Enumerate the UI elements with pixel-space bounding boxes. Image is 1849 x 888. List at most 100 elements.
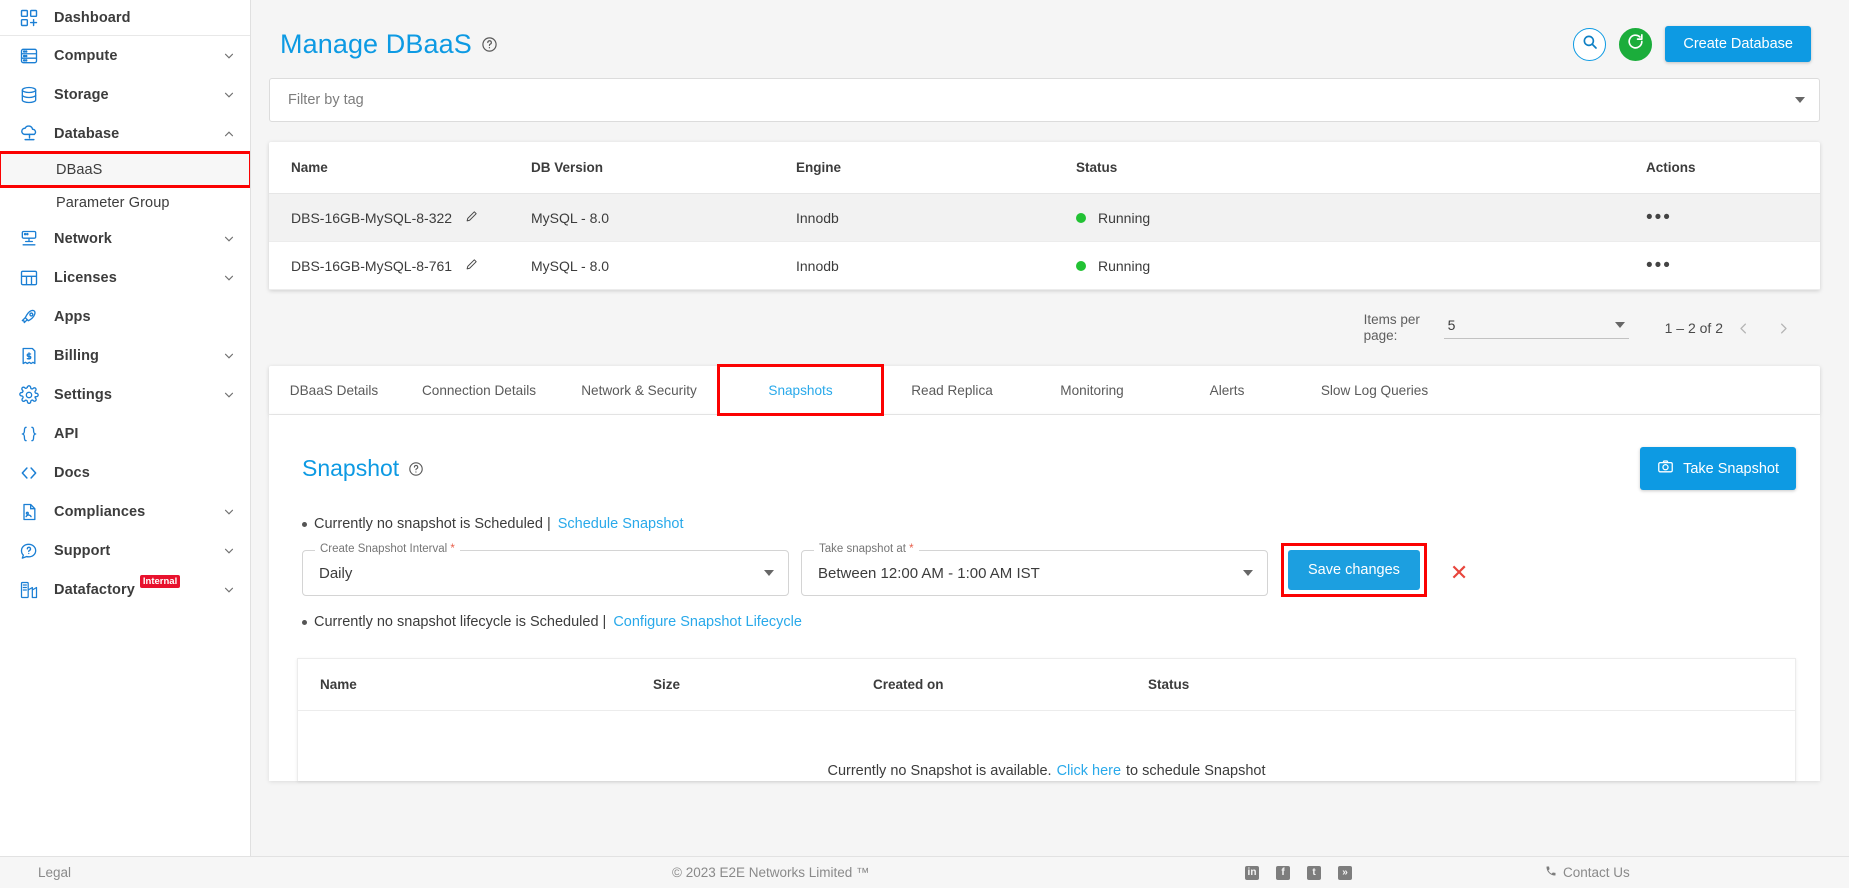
items-per-page-select[interactable]: 5 (1443, 317, 1629, 339)
server-icon (18, 45, 40, 67)
edit-pencil-icon[interactable] (464, 257, 479, 275)
sidebar-item-label: Parameter Group (56, 194, 170, 211)
tab-slow-log-queries[interactable]: Slow Log Queries (1292, 366, 1457, 414)
required-asterisk: * (447, 543, 455, 555)
sidebar-item-licenses[interactable]: Licenses (0, 258, 250, 297)
chevron-down-icon[interactable] (222, 583, 236, 597)
grid-icon (18, 267, 40, 289)
tab-network-security[interactable]: Network & Security (559, 366, 719, 414)
sidebar-item-dashboard[interactable]: Dashboard (0, 0, 250, 36)
help-circle-icon[interactable] (481, 36, 498, 53)
main-region: Manage DBaaS Create Database Filter by t… (251, 0, 1849, 888)
tab-monitoring[interactable]: Monitoring (1022, 366, 1162, 414)
camera-icon (1657, 458, 1674, 479)
cell-db-version: MySQL - 8.0 (531, 209, 610, 226)
chevron-down-icon (764, 570, 774, 576)
take-snapshot-at-select[interactable]: Take snapshot at * Between 12:00 AM - 1:… (801, 543, 1268, 596)
empty-text-prefix: Currently no Snapshot is available. (827, 763, 1052, 779)
sidebar-item-dbaas[interactable]: DBaaS (0, 151, 250, 188)
row-actions-menu-icon[interactable]: ••• (1646, 207, 1672, 228)
twitter-icon[interactable]: t (1307, 865, 1321, 880)
chevron-down-icon[interactable] (222, 388, 236, 402)
cell-status: Running (1066, 210, 1640, 226)
sidebar-item-database[interactable]: Database (0, 114, 250, 153)
save-changes-highlight: Save changes (1281, 543, 1427, 597)
datafactory-icon (18, 579, 40, 601)
save-changes-button[interactable]: Save changes (1288, 550, 1420, 590)
tab-connection-details[interactable]: Connection Details (399, 366, 559, 414)
take-snapshot-label: Take Snapshot (1683, 460, 1779, 477)
sidebar-item-parameter-group[interactable]: Parameter Group (0, 186, 250, 219)
close-icon[interactable]: ✕ (1450, 550, 1468, 596)
search-button[interactable] (1573, 27, 1607, 61)
take-snapshot-button[interactable]: Take Snapshot (1640, 447, 1796, 490)
edit-pencil-icon[interactable] (464, 209, 479, 227)
linkedin-icon[interactable]: in (1245, 865, 1259, 880)
sidebar-item-storage[interactable]: Storage (0, 75, 250, 114)
table-row[interactable]: DBS-16GB-MySQL-8-761 MySQL - 8.0 Innodb … (269, 242, 1820, 290)
rss-icon[interactable]: » (1338, 865, 1352, 880)
column-header-engine: Engine (796, 160, 842, 175)
tab-dbaas-details[interactable]: DBaaS Details (269, 366, 399, 414)
schedule-snapshot-link[interactable]: Schedule Snapshot (558, 516, 684, 532)
sidebar-item-datafactory[interactable]: Datafactory Internal (0, 570, 250, 609)
code-brackets-icon (18, 462, 40, 484)
chevron-up-icon[interactable] (222, 127, 236, 141)
paginator: Items per page: 5 1 – 2 of 2 (262, 290, 1827, 356)
chevron-down-icon[interactable] (222, 232, 236, 246)
status-badge: Running (1098, 257, 1151, 274)
chevron-down-icon[interactable] (222, 544, 236, 558)
sidebar-item-network[interactable]: Network (0, 219, 250, 258)
click-here-link[interactable]: Click here (1057, 763, 1121, 779)
chevron-down-icon[interactable] (222, 349, 236, 363)
cell-actions: ••• (1640, 208, 1820, 227)
column-header-name: Name (320, 677, 357, 692)
filter-input[interactable] (288, 92, 1795, 108)
create-snapshot-interval-select[interactable]: Create Snapshot Interval * Daily (302, 543, 789, 596)
sidebar-item-label: Docs (54, 464, 90, 481)
chevron-down-icon[interactable] (222, 505, 236, 519)
sidebar-item-apps[interactable]: Apps (0, 297, 250, 336)
create-database-button[interactable]: Create Database (1665, 26, 1811, 62)
sidebar-item-label: Settings (54, 386, 112, 403)
sidebar-item-billing[interactable]: Billing (0, 336, 250, 375)
snapshot-title: Snapshot (302, 455, 400, 481)
sidebar-item-support[interactable]: Support (0, 531, 250, 570)
sidebar: Dashboard Compute Storage Database DBaaS… (0, 0, 251, 888)
facebook-icon[interactable]: f (1276, 865, 1290, 880)
column-header-status: Status (1076, 160, 1118, 175)
snapshot-empty-state: Currently no Snapshot is available. Clic… (298, 711, 1795, 781)
row-actions-menu-icon[interactable]: ••• (1646, 255, 1672, 276)
interval-field-label: Create Snapshot Interval * (315, 543, 460, 555)
help-circle-icon[interactable] (408, 461, 424, 477)
cell-name: DBS-16GB-MySQL-8-322 (269, 209, 521, 227)
status-badge: Running (1098, 209, 1151, 226)
filter-by-tag[interactable] (269, 78, 1820, 122)
next-page-button[interactable] (1763, 308, 1803, 348)
table-row[interactable]: DBS-16GB-MySQL-8-322 MySQL - 8.0 Innodb … (269, 194, 1820, 242)
chevron-down-icon[interactable] (222, 271, 236, 285)
previous-page-button[interactable] (1723, 308, 1763, 348)
sidebar-item-docs[interactable]: Docs (0, 453, 250, 492)
contact-us-link[interactable]: Contact Us (1545, 865, 1630, 880)
chevron-down-icon[interactable] (222, 88, 236, 102)
refresh-button[interactable] (1619, 27, 1653, 61)
column-header-status: Status (1148, 677, 1190, 692)
chevron-down-icon[interactable] (222, 49, 236, 63)
tab-alerts[interactable]: Alerts (1162, 366, 1292, 414)
datafactory-internal-badge: Internal (139, 575, 181, 588)
sidebar-item-compliances[interactable]: Compliances (0, 492, 250, 531)
cell-engine: Innodb (796, 209, 839, 226)
legal-link[interactable]: Legal (0, 865, 71, 880)
empty-text-suffix: to schedule Snapshot (1126, 763, 1266, 779)
configure-snapshot-lifecycle-link[interactable]: Configure Snapshot Lifecycle (613, 614, 802, 630)
snapshot-header: Snapshot Take Snapshot (269, 435, 1820, 490)
sidebar-item-settings[interactable]: Settings (0, 375, 250, 414)
cell-db-version: MySQL - 8.0 (531, 257, 610, 274)
sidebar-item-api[interactable]: API (0, 414, 250, 453)
tab-snapshots[interactable]: Snapshots (717, 364, 884, 416)
chevron-down-icon[interactable] (1795, 97, 1805, 103)
sidebar-item-compute[interactable]: Compute (0, 36, 250, 75)
detail-tabs-card: DBaaS Details Connection Details Network… (269, 364, 1820, 416)
tab-read-replica[interactable]: Read Replica (882, 366, 1022, 414)
